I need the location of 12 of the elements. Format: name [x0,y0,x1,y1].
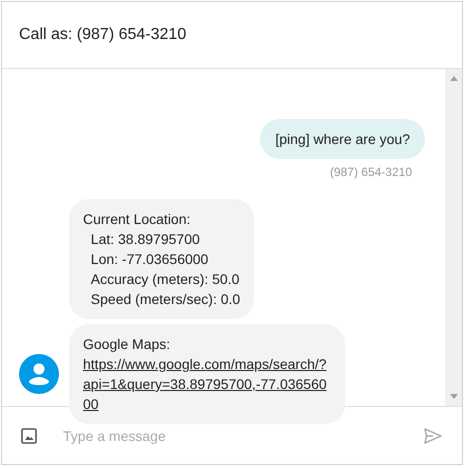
message-input[interactable]: Type a message [63,428,398,444]
message-text: Google Maps: [83,335,170,354]
window-title: Call as: (987) 654-3210 [19,26,186,44]
image-icon[interactable] [21,428,37,444]
scroll-down-icon[interactable] [450,394,458,399]
send-icon[interactable] [424,428,442,444]
scroll-up-icon[interactable] [450,76,458,81]
map-link[interactable]: https://www.google.com/maps/search/?api=1&query=38.89795700,-77.03656000 [83,354,331,414]
message-bubble: [ping] where are you? [260,119,425,159]
sender-label: (987) 654-3210 [330,165,412,179]
scrollbar[interactable] [445,69,462,406]
message-text: Current Location: Lat: 38.89795700 Lon: -77.03656000 Accuracy (meters): 50.0 Speed (meters/sec): 0.0 [83,210,240,309]
